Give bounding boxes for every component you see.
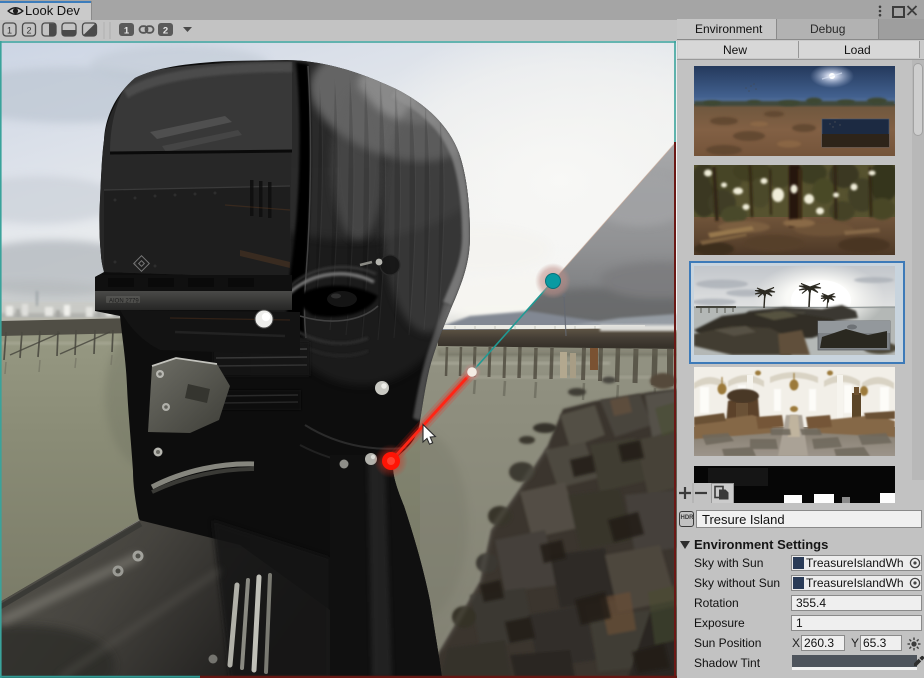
svg-text:2: 2 xyxy=(26,26,31,36)
svg-text:1: 1 xyxy=(124,26,130,37)
svg-text:2: 2 xyxy=(163,26,168,37)
svg-text:AION 2779: AION 2779 xyxy=(109,299,139,305)
svg-text:1: 1 xyxy=(7,26,12,36)
